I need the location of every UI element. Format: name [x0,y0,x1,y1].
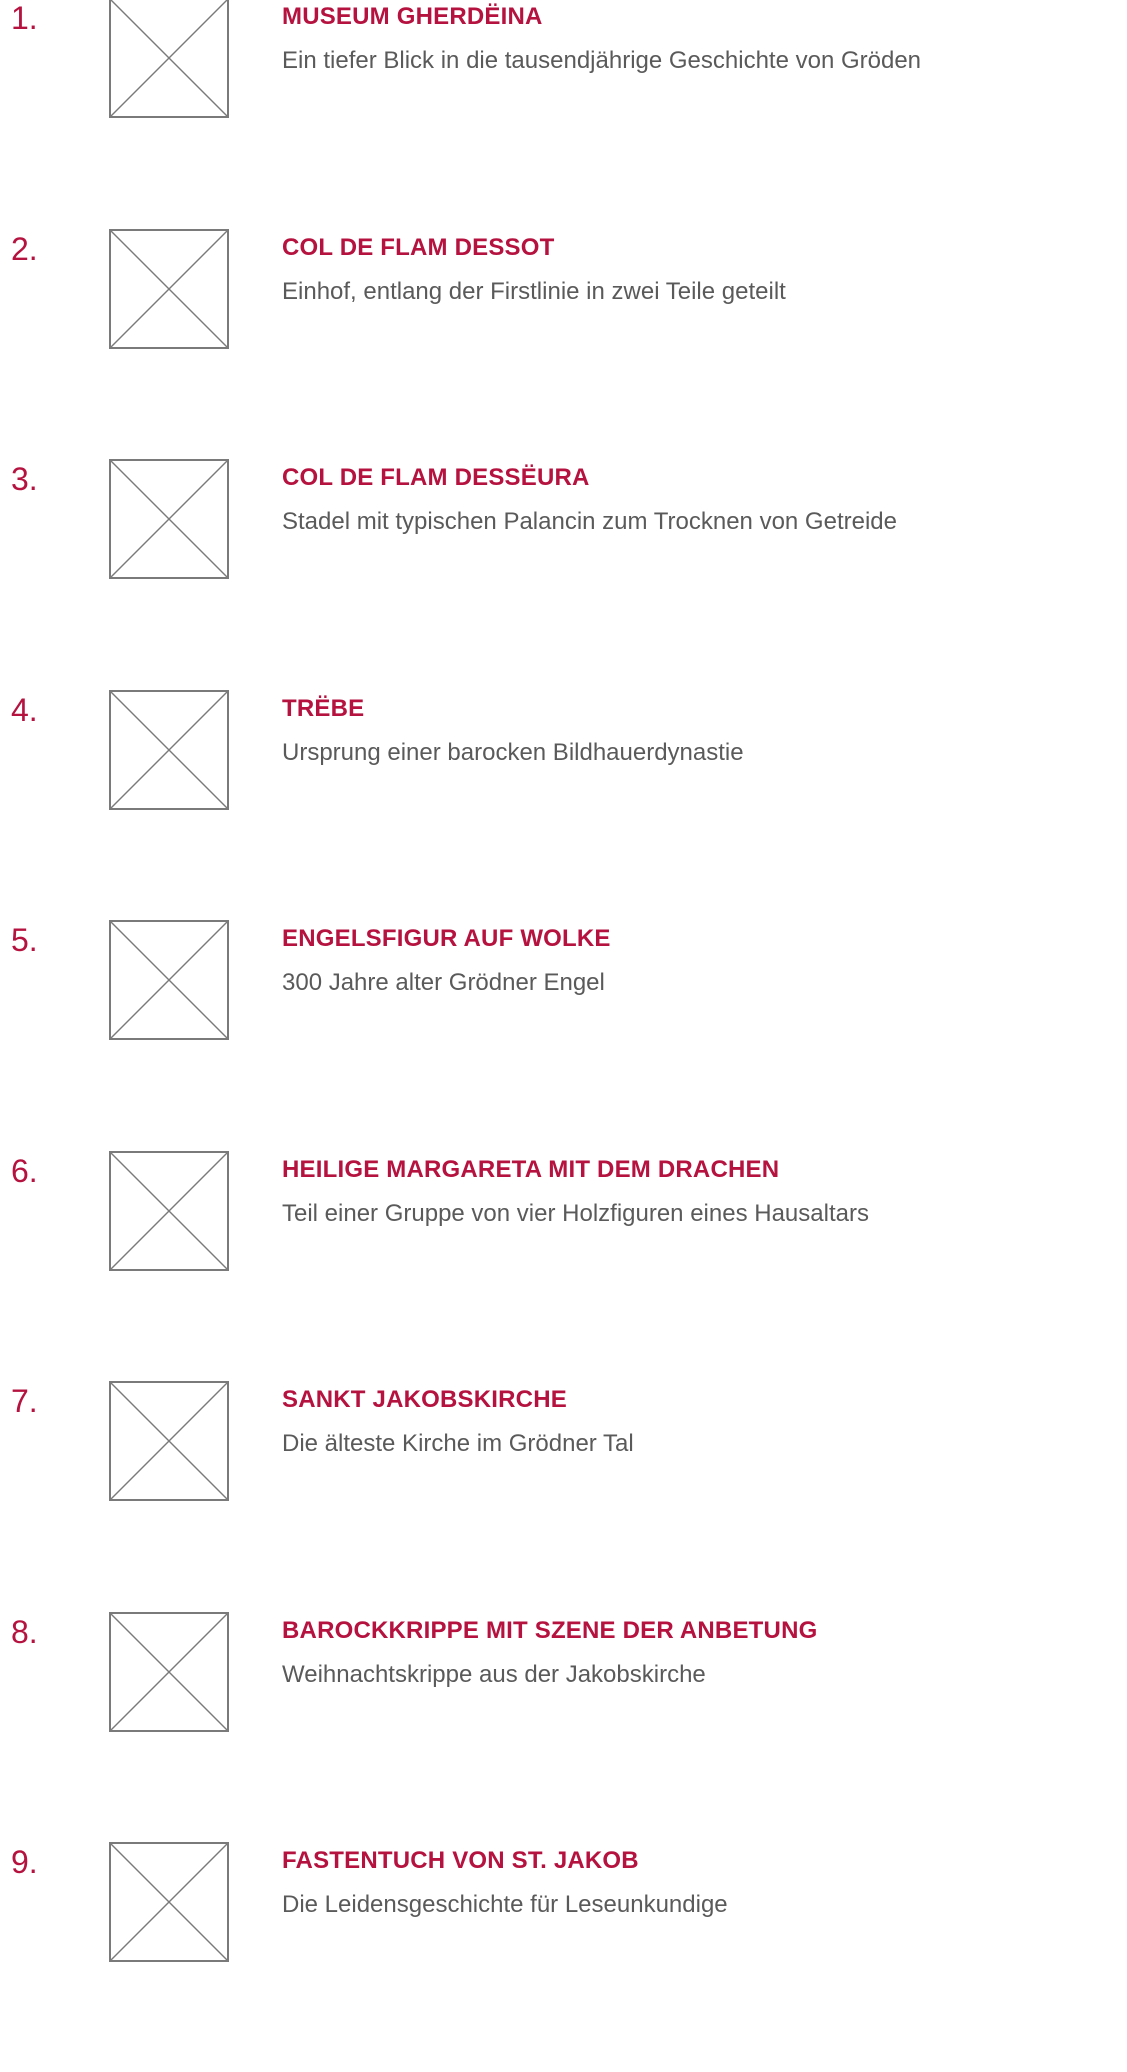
list-item[interactable]: 1. MUSEUM GHERDËINA Ein tiefer Blick in di… [0,0,1127,228]
image-placeholder-icon[interactable] [109,1381,229,1501]
item-title[interactable]: TRËBE [282,694,364,724]
image-placeholder-icon[interactable] [109,0,229,118]
item-title[interactable]: ENGELSFIGUR AUF WOLKE [282,924,611,954]
image-placeholder-icon[interactable] [109,1612,229,1732]
item-number: 8. [11,1614,38,1650]
item-number: 1. [11,0,38,36]
image-placeholder-icon[interactable] [109,229,229,349]
item-title[interactable]: FASTENTUCH VON ST. JAKOB [282,1846,639,1876]
item-title[interactable]: MUSEUM GHERDËINA [282,2,543,32]
list-item[interactable]: 4. TRËBE Ursprung einer barocken Bildhauer… [0,690,1127,920]
item-subtitle: Die Leidensgeschichte für Leseunkundige [282,1891,728,1918]
item-subtitle: Ursprung einer barocken Bildhauerdynasti… [282,739,744,766]
item-title[interactable]: COL DE FLAM DESSËURA [282,463,590,493]
item-number: 9. [11,1844,38,1880]
image-placeholder-icon[interactable] [109,1151,229,1271]
item-number: 7. [11,1383,38,1419]
list-item[interactable]: 5. ENGELSFIGUR AUF WOLKE 300 Jahre alter G… [0,920,1127,1150]
image-placeholder-icon[interactable] [109,1842,229,1962]
poi-list: 1. MUSEUM GHERDËINA Ein tiefer Blick in di… [0,0,1127,1962]
list-item[interactable]: 2. COL DE FLAM DESSOT Einhof, entlang der … [0,229,1127,459]
item-number: 4. [11,692,38,728]
item-subtitle: Stadel mit typischen Palancin zum Trockn… [282,508,897,535]
list-item[interactable]: 3. COL DE FLAM DESSËURA Stadel mit typisch… [0,459,1127,689]
image-placeholder-icon[interactable] [109,690,229,810]
image-placeholder-icon[interactable] [109,920,229,1040]
list-item[interactable]: 8. BAROCKKRIPPE MIT SZENE DER ANBETUNG Wei… [0,1612,1127,1842]
item-subtitle: Einhof, entlang der Firstlinie in zwei T… [282,278,786,305]
list-item[interactable]: 9. FASTENTUCH VON ST. JAKOB Die Leidensges… [0,1842,1127,2072]
item-subtitle: 300 Jahre alter Grödner Engel [282,969,605,996]
list-item[interactable]: 7. SANKT JAKOBSKIRCHE Die älteste Kirche i… [0,1381,1127,1611]
item-subtitle: Die älteste Kirche im Grödner Tal [282,1430,634,1457]
image-placeholder-icon[interactable] [109,459,229,579]
list-item[interactable]: 6. HEILIGE MARGARETA MIT DEM DRACHEN Teil … [0,1151,1127,1381]
item-title[interactable]: SANKT JAKOBSKIRCHE [282,1385,567,1415]
item-number: 6. [11,1153,38,1189]
item-number: 2. [11,231,38,267]
item-title[interactable]: HEILIGE MARGARETA MIT DEM DRACHEN [282,1155,779,1185]
item-subtitle: Weihnachtskrippe aus der Jakobskirche [282,1661,706,1688]
item-title[interactable]: COL DE FLAM DESSOT [282,233,555,263]
item-subtitle: Ein tiefer Blick in die tausendjährige G… [282,47,922,74]
item-subtitle: Teil einer Gruppe von vier Holzfiguren e… [282,1200,869,1227]
item-number: 5. [11,922,38,958]
item-title[interactable]: BAROCKKRIPPE MIT SZENE DER ANBETUNG [282,1616,817,1646]
item-number: 3. [11,461,38,497]
